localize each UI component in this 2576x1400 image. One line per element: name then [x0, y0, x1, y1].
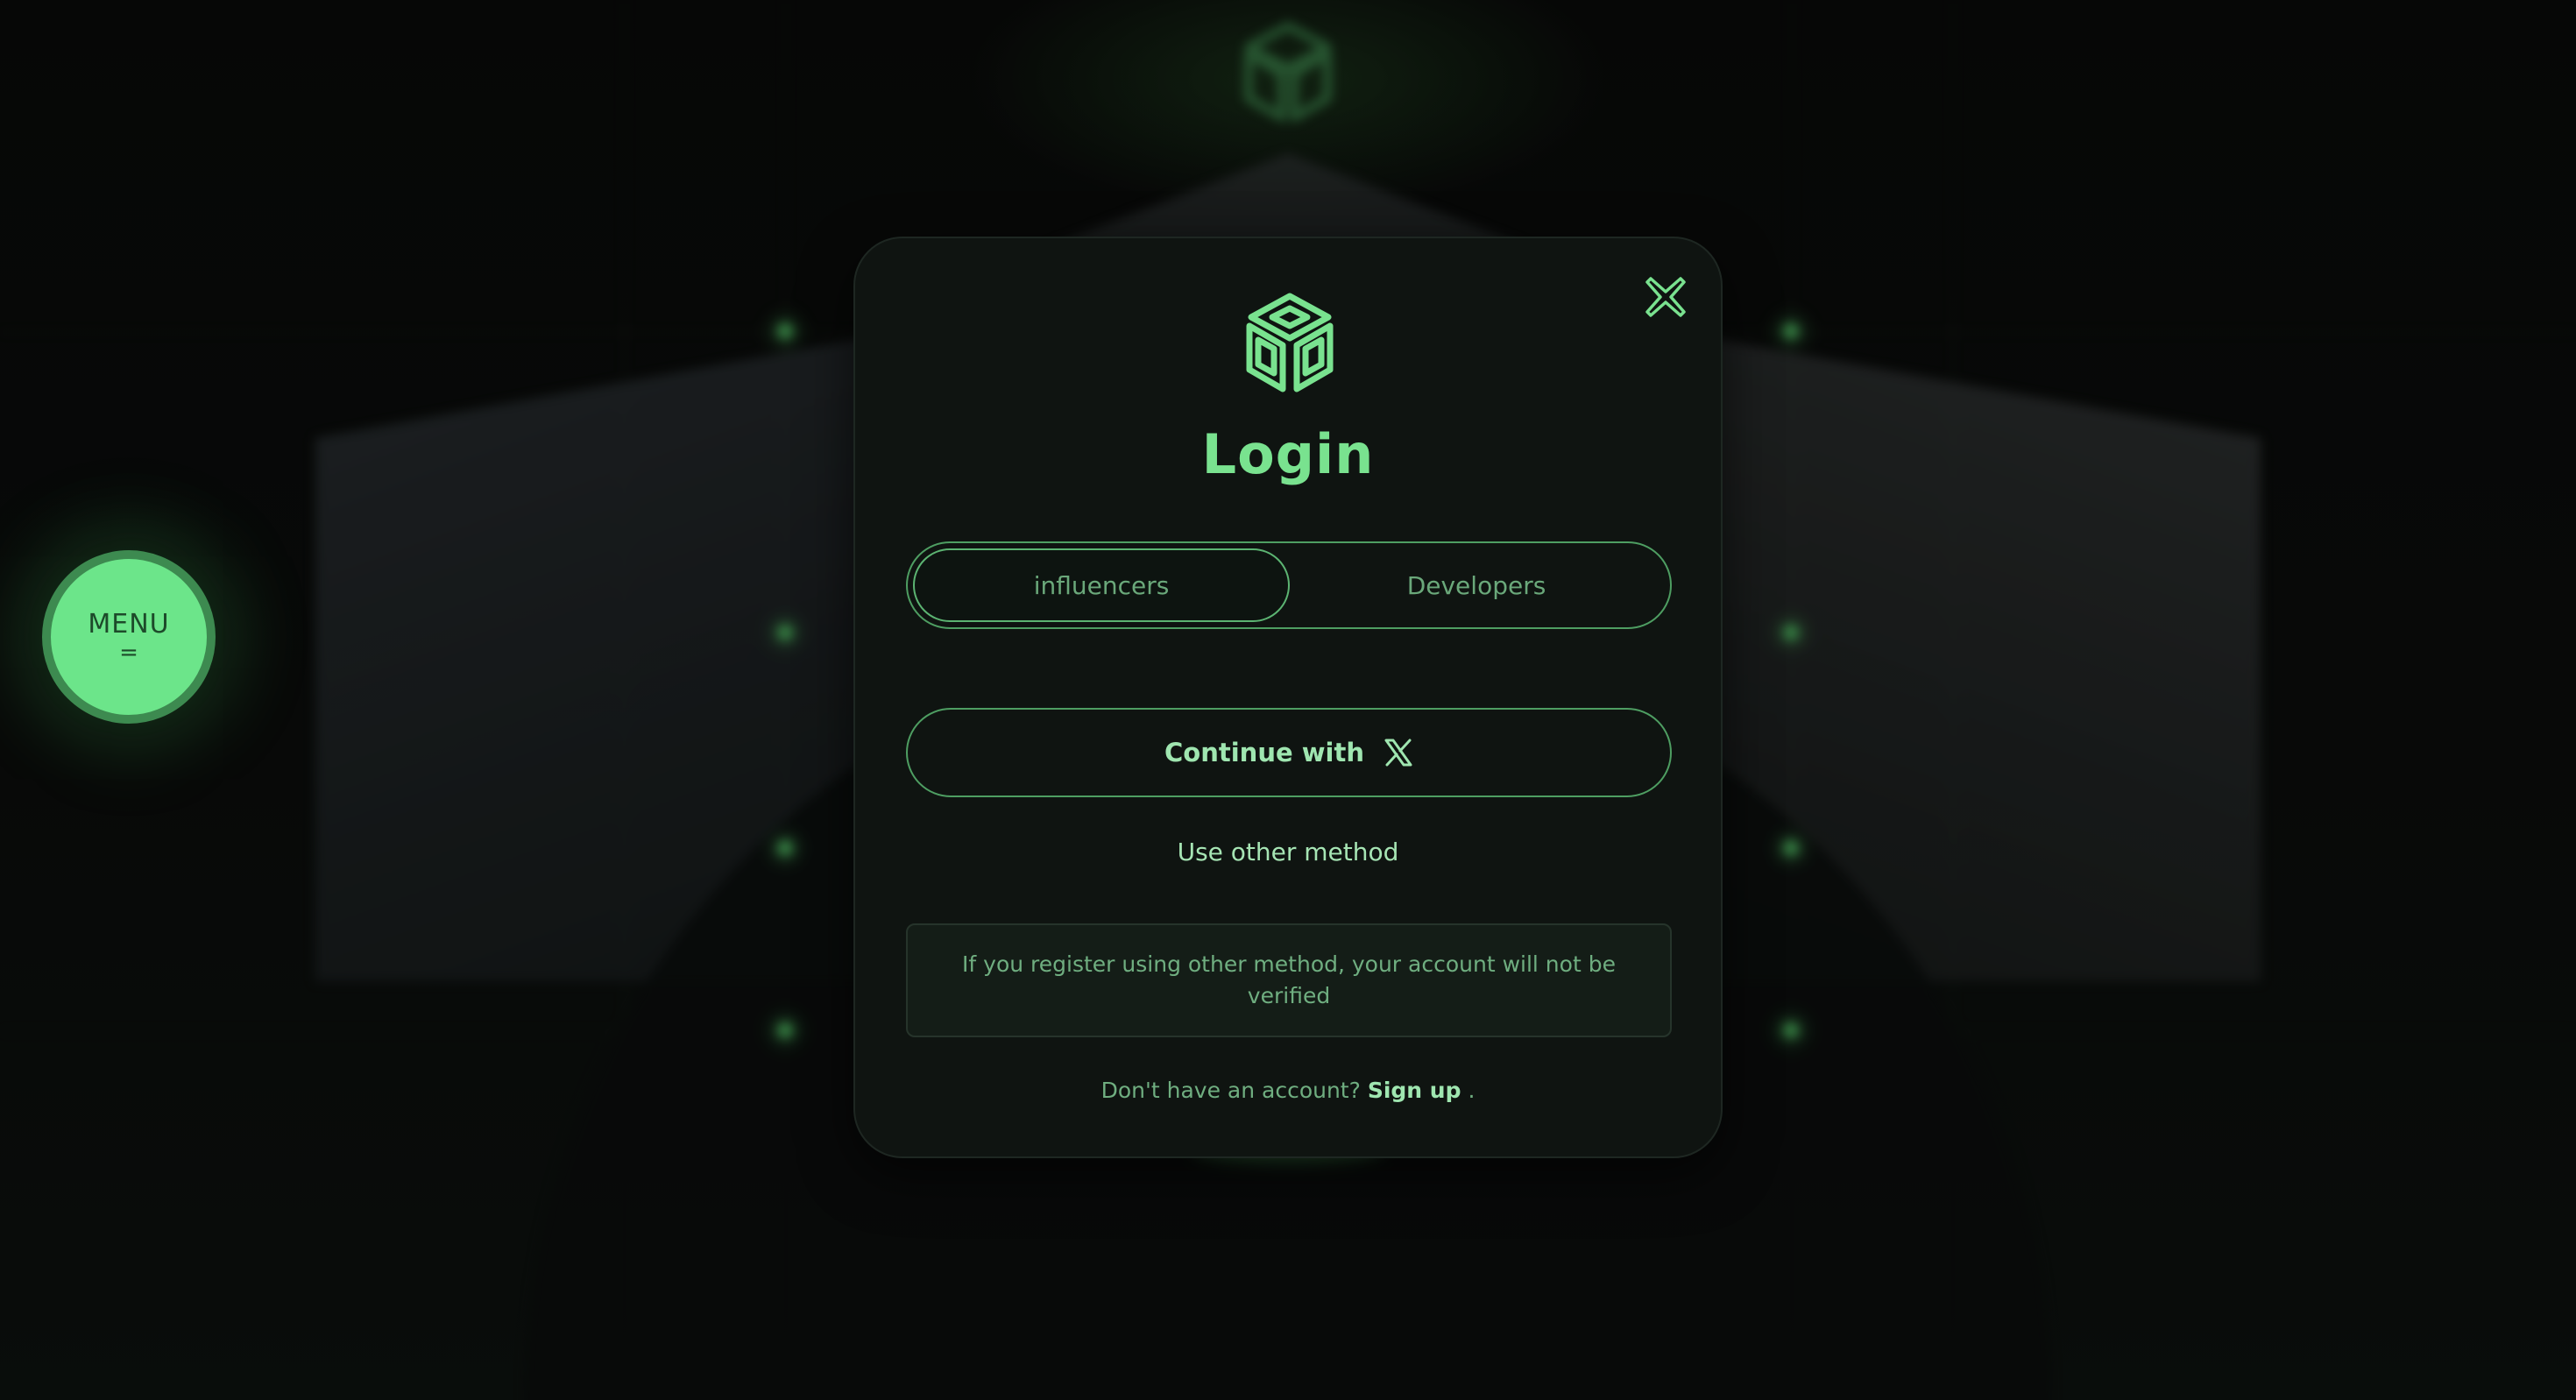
menu-button[interactable]: MENU = [42, 550, 216, 724]
tab-developers[interactable]: Developers [1288, 548, 1665, 622]
signup-row: Don't have an account? Sign up . [855, 1078, 1721, 1103]
continue-with-x-button[interactable]: Continue with [906, 708, 1672, 797]
verification-notice: If you register using other method, your… [906, 923, 1672, 1037]
notice-text: If you register using other method, your… [962, 951, 1616, 1008]
signup-suffix: . [1461, 1078, 1476, 1103]
x-logo-icon [1384, 739, 1412, 767]
menu-icon: = [119, 640, 138, 666]
cube-logo-icon [1246, 293, 1334, 392]
signup-link[interactable]: Sign up [1368, 1078, 1461, 1103]
account-type-tabs: influencers Developers [906, 541, 1672, 629]
continue-label: Continue with [1164, 738, 1364, 767]
menu-label: MENU [88, 609, 170, 640]
tab-influencers[interactable]: influencers [913, 548, 1290, 622]
login-page: MENU = Login influencers Developers Cont… [0, 0, 2576, 1400]
page-title: Login [1201, 422, 1375, 486]
tab-label: Developers [1406, 570, 1546, 600]
close-icon[interactable] [1644, 275, 1688, 319]
use-other-method-link[interactable]: Use other method [855, 838, 1721, 866]
login-modal: Login influencers Developers Continue wi… [853, 237, 1723, 1158]
signup-prompt: Don't have an account? [1100, 1078, 1368, 1103]
tab-label: influencers [1033, 570, 1170, 600]
